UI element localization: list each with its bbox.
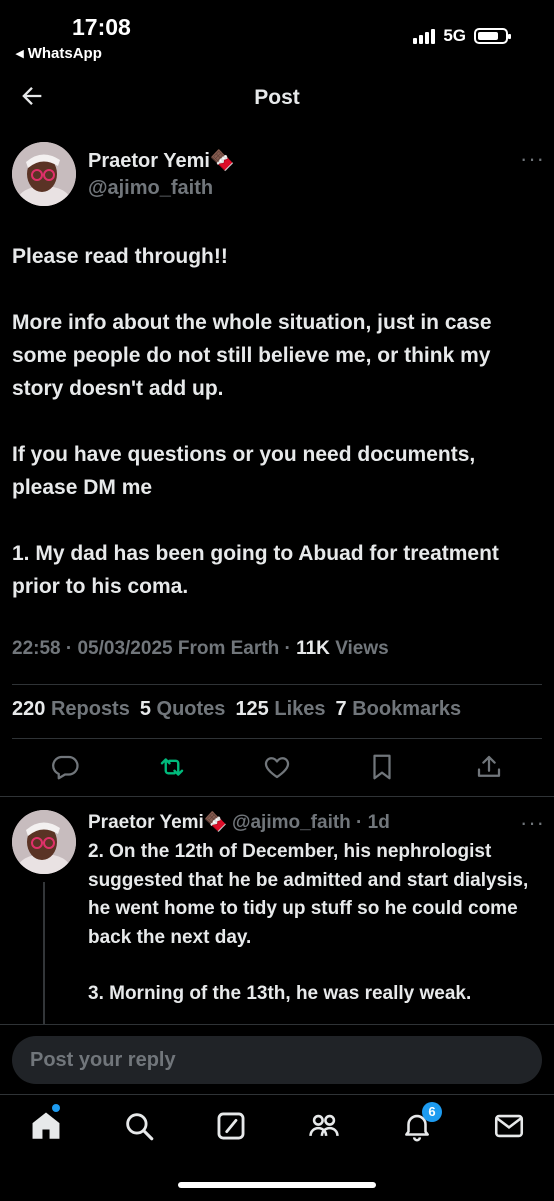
engagement-stats: 220 Reposts 5 Quotes 125 Likes 7 Bookmar… bbox=[12, 698, 461, 721]
post-paragraph: 1. My dad has been going to Abuad for tr… bbox=[12, 542, 499, 598]
home-indicator[interactable] bbox=[178, 1182, 376, 1188]
quotes-stat[interactable]: 5 Quotes bbox=[140, 698, 226, 721]
messages-icon[interactable] bbox=[492, 1109, 526, 1143]
reply-icon[interactable] bbox=[50, 752, 82, 784]
grok-icon[interactable] bbox=[214, 1109, 248, 1143]
views-label: Views bbox=[335, 638, 389, 659]
notifications-badge: 6 bbox=[422, 1102, 442, 1122]
communities-icon[interactable] bbox=[307, 1109, 341, 1143]
page-title: Post bbox=[254, 86, 300, 109]
divider bbox=[12, 738, 542, 739]
views-count: 11K bbox=[296, 638, 330, 659]
more-icon[interactable]: ··· bbox=[520, 146, 545, 172]
likes-stat[interactable]: 125 Likes bbox=[235, 698, 325, 721]
reply-author-meta[interactable]: @ajimo_faith · 1d bbox=[232, 812, 390, 833]
reply-avatar[interactable] bbox=[12, 810, 76, 874]
battery-icon bbox=[474, 28, 511, 44]
like-icon[interactable] bbox=[262, 752, 294, 784]
reply-header: Praetor Yemi🍫 @ajimo_faith · 1d bbox=[88, 810, 390, 834]
avatar[interactable] bbox=[12, 142, 76, 206]
post-meta: 22:58 · 05/03/2025 From Earth · 11K View… bbox=[12, 638, 389, 660]
bookmark-icon[interactable] bbox=[367, 752, 399, 784]
reply-paragraph: 3. Morning of the 13th, he was really we… bbox=[88, 983, 472, 1004]
divider bbox=[0, 796, 554, 797]
reply-author-name[interactable]: Praetor Yemi🍫 bbox=[88, 812, 228, 833]
reposts-stat[interactable]: 220 Reposts bbox=[12, 698, 130, 721]
repost-icon[interactable] bbox=[157, 752, 189, 784]
author-handle[interactable]: @ajimo_faith bbox=[88, 177, 213, 200]
author-name[interactable]: Praetor Yemi🍫 bbox=[88, 148, 235, 173]
bookmarks-stat[interactable]: 7 Bookmarks bbox=[336, 698, 462, 721]
thread-line bbox=[43, 882, 45, 1032]
status-time: 17:08 bbox=[72, 14, 131, 40]
post-paragraph: If you have questions or you need docume… bbox=[12, 443, 476, 499]
home-unread-dot bbox=[52, 1104, 60, 1112]
post-paragraph: More info about the whole situation, jus… bbox=[12, 311, 492, 400]
action-bar bbox=[0, 752, 554, 784]
search-icon[interactable] bbox=[122, 1109, 156, 1143]
reply-composer[interactable] bbox=[12, 1036, 542, 1084]
post-body: Please read through!! More info about th… bbox=[12, 240, 542, 603]
reply-body: 2. On the 12th of December, his nephrolo… bbox=[88, 838, 538, 1009]
home-icon[interactable] bbox=[29, 1109, 63, 1143]
post-timestamp: 22:58 · 05/03/2025 From Earth · bbox=[12, 638, 291, 659]
post-paragraph: Please read through!! bbox=[12, 245, 228, 268]
back-to-whatsapp[interactable]: ◂ WhatsApp bbox=[16, 44, 102, 62]
reply-input[interactable] bbox=[28, 1047, 542, 1073]
share-icon[interactable] bbox=[474, 752, 506, 784]
reply-more-icon[interactable]: ··· bbox=[520, 810, 545, 836]
reply-paragraph: 2. On the 12th of December, his nephrolo… bbox=[88, 841, 529, 948]
status-indicators: 5G bbox=[413, 26, 511, 46]
divider bbox=[12, 684, 542, 685]
network-type: 5G bbox=[443, 26, 466, 45]
signal-icon bbox=[413, 28, 436, 44]
divider bbox=[0, 1024, 554, 1025]
